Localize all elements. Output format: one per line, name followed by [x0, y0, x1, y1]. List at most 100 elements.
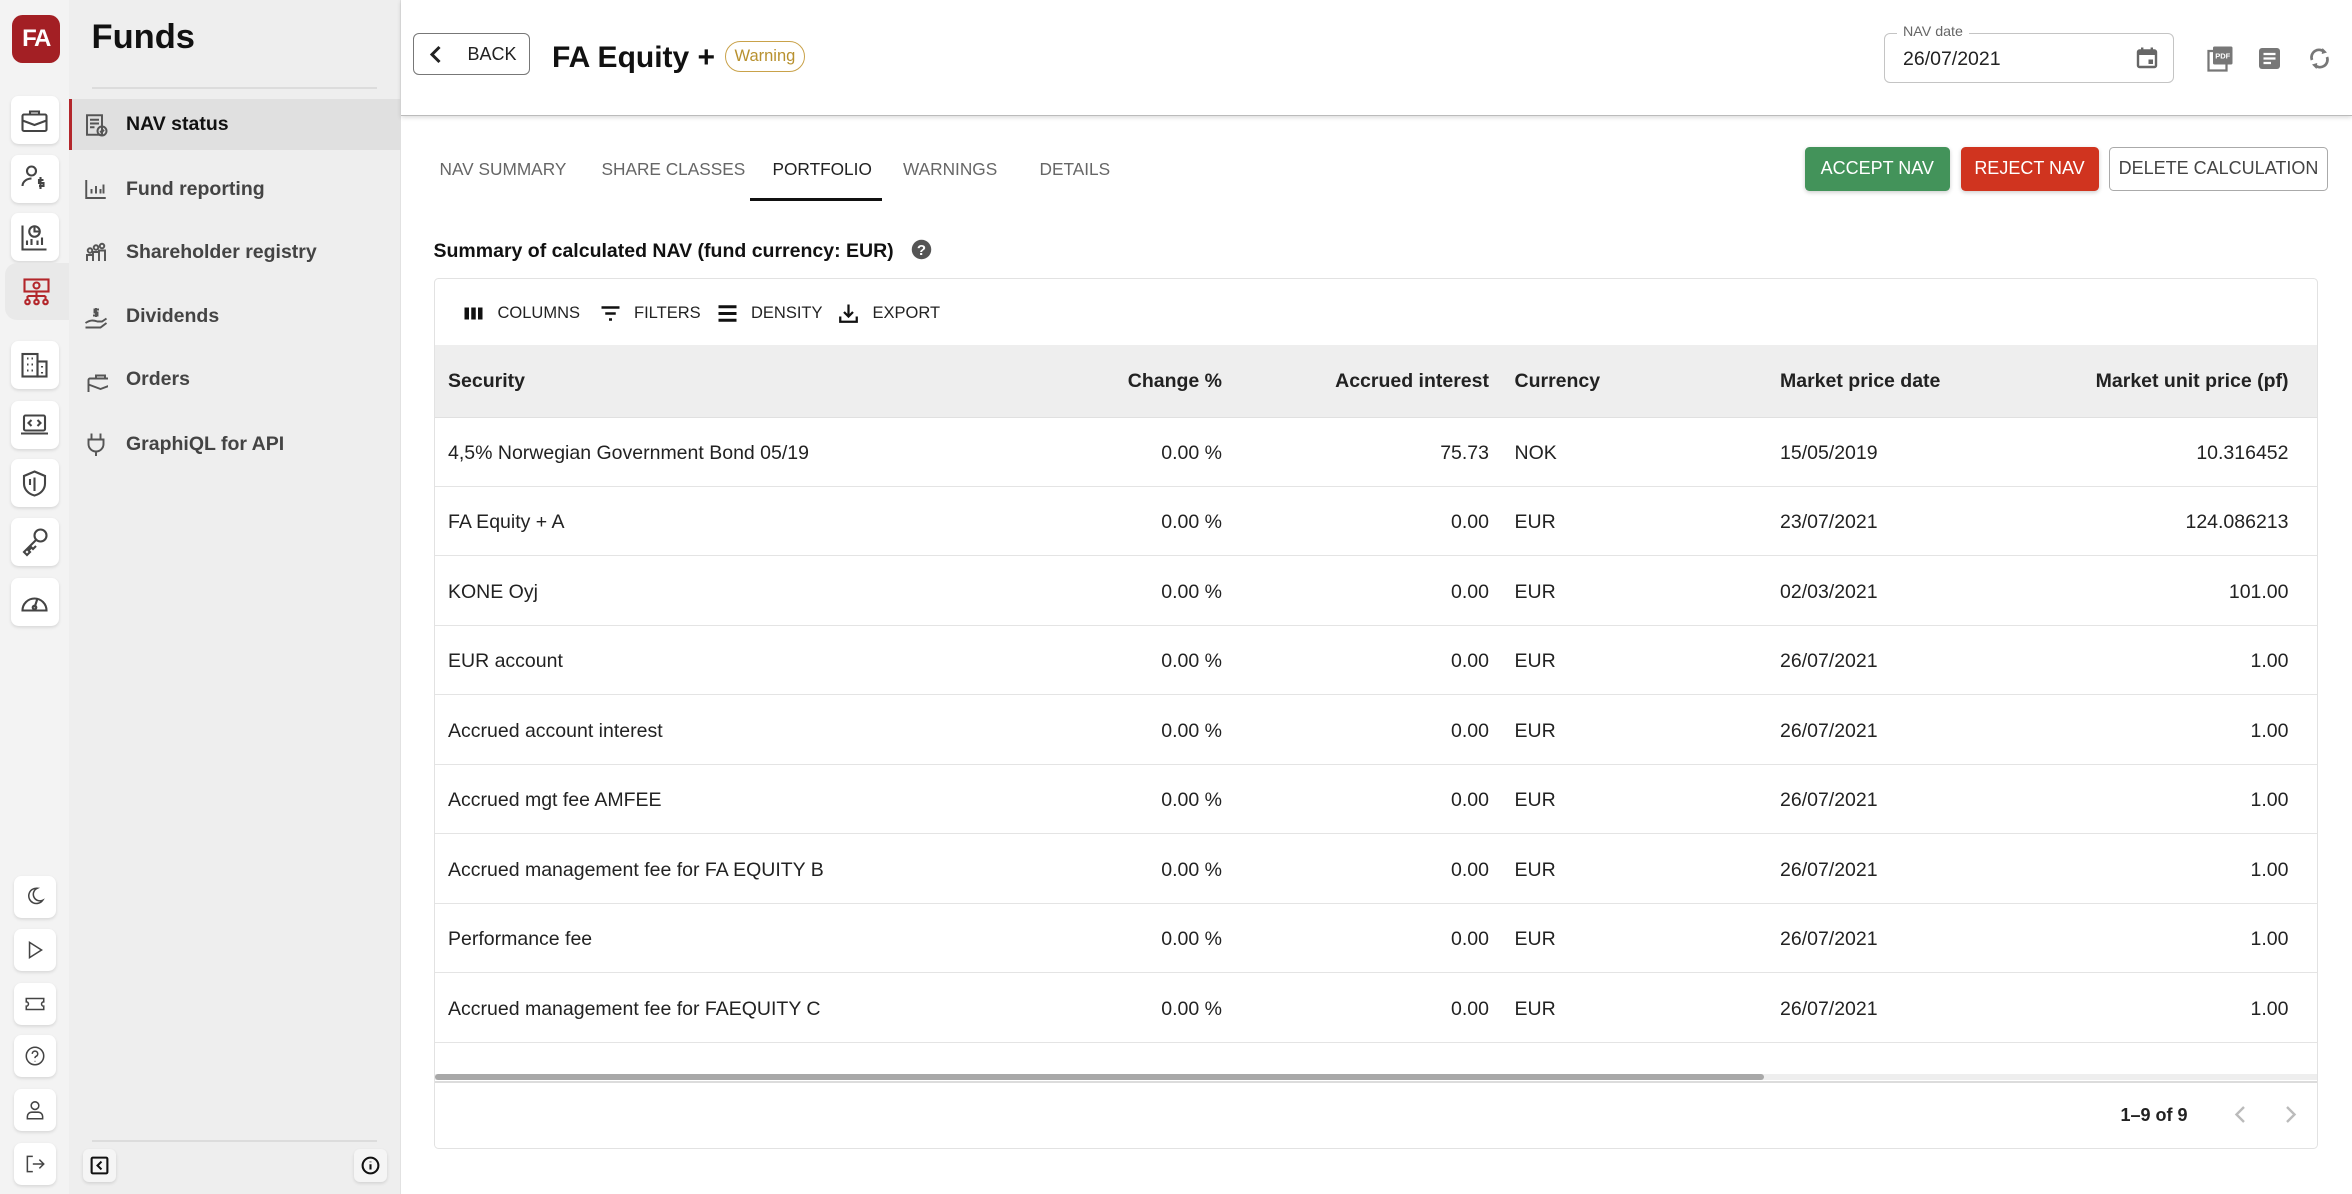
- rail-button-help[interactable]: [13, 1035, 56, 1077]
- rail-button-key[interactable]: [10, 517, 59, 566]
- table-row[interactable]: KONE Oyj 0.00 % 0.00 EUR 02/03/2021 101.00: [434, 557, 2317, 626]
- sidebar-item-nav-status[interactable]: NAV status: [69, 99, 401, 150]
- table-row[interactable]: Accrued management fee for FAEQUITY C 0.0…: [434, 974, 2317, 1043]
- cell-market-unit-price: 1.00: [2250, 789, 2289, 812]
- chevron-left-icon: [429, 45, 441, 63]
- play-icon: [28, 940, 43, 959]
- scrollbar-thumb[interactable]: [434, 1073, 1764, 1080]
- fa-logo[interactable]: FA: [12, 15, 60, 63]
- svg-text:?: ?: [917, 241, 926, 258]
- page-header: BACK FA Equity + Warning NAV date 26/07/…: [400, 0, 2352, 116]
- rail-button-user-dollar[interactable]: [10, 154, 59, 203]
- rail-button-play[interactable]: [13, 928, 56, 971]
- rail-button-funds-network[interactable]: [4, 262, 69, 320]
- table-header: Security Change % Accrued interest Curre…: [434, 344, 2317, 418]
- tab-warnings[interactable]: WARNINGS: [903, 159, 997, 180]
- rail-button-logout[interactable]: [13, 1143, 56, 1185]
- rail-button-ticket[interactable]: [13, 982, 56, 1025]
- nav-date-field[interactable]: NAV date 26/07/2021: [1884, 23, 2174, 83]
- rail-button-speedometer[interactable]: [10, 577, 59, 626]
- status-badge: Warning: [724, 40, 806, 72]
- rail-button-briefcase[interactable]: [10, 96, 59, 144]
- rail-button-laptop-code[interactable]: [10, 400, 59, 449]
- table-row[interactable]: EUR account 0.00 % 0.00 EUR 26/07/2021 1.00: [434, 626, 2317, 696]
- tab-details[interactable]: DETAILS: [1040, 159, 1111, 180]
- export-button[interactable]: EXPORT: [838, 303, 940, 324]
- cell-security: Accrued mgt fee AMFEE: [448, 789, 662, 812]
- sidebar-item-label: Orders: [126, 368, 190, 390]
- density-label: DENSITY: [751, 303, 823, 322]
- cell-currency: EUR: [1514, 511, 1556, 534]
- previous-page-icon[interactable]: [2232, 1104, 2250, 1125]
- rail-button-building[interactable]: [10, 340, 59, 389]
- sidebar-item-shareholder-registry[interactable]: Shareholder registry: [69, 227, 401, 278]
- info-button[interactable]: [354, 1149, 387, 1182]
- cell-currency: EUR: [1514, 928, 1556, 951]
- sidebar-item-orders[interactable]: Orders: [69, 354, 401, 405]
- table-row[interactable]: Accrued account interest 0.00 % 0.00 EUR 26/…: [434, 696, 2317, 765]
- sidebar-item-graphiql-for-api[interactable]: GraphiQL for API: [69, 419, 401, 470]
- sidebar-item-label: GraphiQL for API: [126, 432, 285, 455]
- data-grid: COLUMNS FILTERS DENSITY EXPORT Security …: [433, 277, 2318, 1149]
- user-dollar-icon: [21, 165, 45, 189]
- back-button[interactable]: BACK: [412, 33, 530, 75]
- columns-label: COLUMNS: [497, 303, 581, 322]
- cell-accrued-interest: 0.00: [1451, 928, 1489, 951]
- table-row[interactable]: Accrued mgt fee AMFEE 0.00 % 0.00 EUR 26/07/…: [434, 765, 2317, 835]
- cell-market-price-date: 26/07/2021: [1780, 858, 1878, 881]
- reject-nav-button[interactable]: REJECT NAV: [1960, 147, 2099, 191]
- cell-accrued-interest: 75.73: [1440, 442, 1489, 464]
- cell-currency: NOK: [1514, 442, 1557, 464]
- rail-button-moon[interactable]: [13, 876, 56, 918]
- divider: [91, 87, 377, 89]
- rail-button-shield[interactable]: [10, 459, 59, 507]
- columns-button[interactable]: COLUMNS: [463, 303, 580, 324]
- sidebar-item-fund-reporting[interactable]: Fund reporting: [69, 164, 401, 215]
- cell-change: 0.00 %: [1161, 511, 1222, 534]
- refresh-icon[interactable]: [2306, 45, 2333, 72]
- sidebar: Funds NAV status Fund reporting Shareholde…: [69, 0, 401, 1194]
- density-icon: [718, 304, 736, 322]
- table-row[interactable]: FA Equity + A 0.00 % 0.00 EUR 23/07/2021 124.…: [434, 487, 2317, 557]
- help-icon[interactable]: ?: [911, 239, 932, 260]
- tab-nav-summary[interactable]: NAV SUMMARY: [440, 159, 567, 180]
- back-label: BACK: [467, 43, 517, 64]
- table-row[interactable]: 4,5% Norwegian Government Bond 05/19 0.00…: [434, 418, 2317, 487]
- column-header-security[interactable]: Security: [448, 370, 525, 393]
- density-button[interactable]: DENSITY: [717, 303, 823, 324]
- delete-calculation-button[interactable]: DELETE CALCULATION: [2109, 147, 2328, 191]
- next-page-icon[interactable]: [2281, 1104, 2299, 1125]
- filter-icon: [601, 305, 619, 321]
- rail-button-report-chart[interactable]: [10, 213, 59, 261]
- cell-market-price-date: 23/07/2021: [1780, 511, 1878, 534]
- collapse-sidebar-button[interactable]: [82, 1149, 116, 1182]
- help-icon: [25, 1046, 44, 1066]
- divider: [434, 1081, 2317, 1083]
- tab-share-classes[interactable]: SHARE CLASSES: [602, 159, 746, 180]
- cell-accrued-interest: 0.00: [1451, 858, 1489, 881]
- summary-title: Summary of calculated NAV (fund currency…: [433, 239, 894, 262]
- cell-security: Performance fee: [448, 928, 593, 951]
- cell-market-price-date: 26/07/2021: [1780, 650, 1878, 673]
- column-header-change[interactable]: Change %: [1128, 370, 1222, 393]
- sidebar-item-dividends[interactable]: Dividends: [69, 291, 401, 342]
- column-header-accrued-interest[interactable]: Accrued interest: [1335, 370, 1489, 393]
- cell-market-unit-price: 1.00: [2250, 928, 2289, 951]
- active-tab-indicator: [750, 198, 882, 201]
- filters-button[interactable]: FILTERS: [600, 303, 701, 324]
- column-header-currency[interactable]: Currency: [1515, 370, 1601, 393]
- building-icon: [21, 352, 48, 378]
- cell-accrued-interest: 0.00: [1451, 650, 1489, 673]
- column-header-market-price-date[interactable]: Market price date: [1780, 370, 1940, 393]
- table-row[interactable]: Performance fee 0.00 % 0.00 EUR 26/07/2021 1.…: [434, 904, 2317, 974]
- cell-change: 0.00 %: [1161, 858, 1222, 881]
- table-row[interactable]: Accrued management fee for FA EQUITY B 0.…: [434, 835, 2317, 904]
- pdf-icon[interactable]: PDF: [2206, 45, 2234, 72]
- cell-market-unit-price: 124.086213: [2185, 511, 2289, 534]
- document-icon[interactable]: [2256, 45, 2283, 72]
- calendar-icon[interactable]: [2135, 46, 2159, 70]
- column-header-market-unit-price[interactable]: Market unit price (pf): [2096, 370, 2289, 393]
- accept-nav-button[interactable]: ACCEPT NAV: [1804, 147, 1950, 191]
- tab-portfolio[interactable]: PORTFOLIO: [773, 159, 872, 180]
- rail-button-user[interactable]: [13, 1089, 56, 1131]
